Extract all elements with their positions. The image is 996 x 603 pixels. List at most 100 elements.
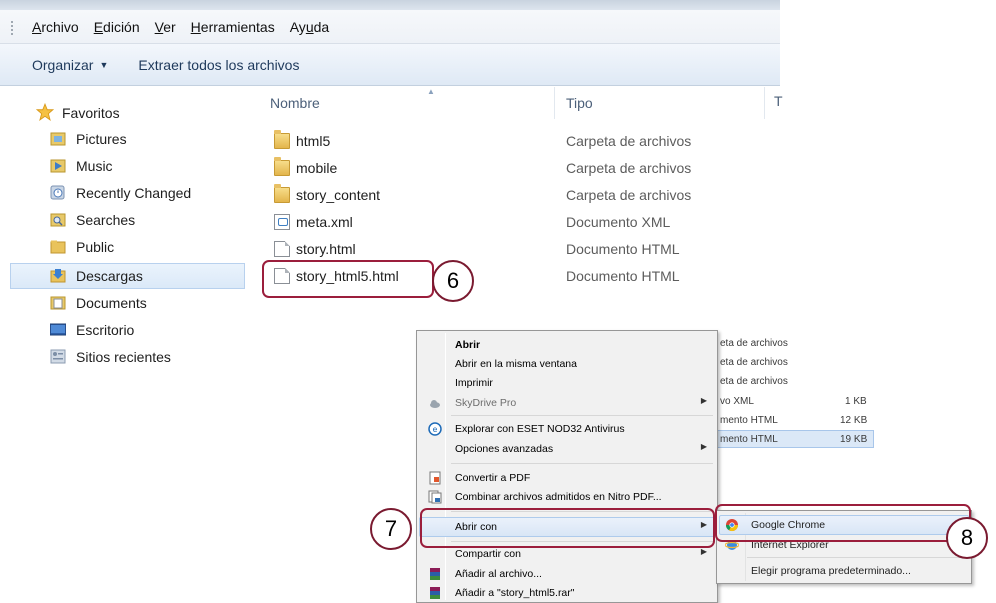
menu-item-label: Elegir programa predeterminado... <box>751 565 911 577</box>
menu-item-label: Abrir <box>455 339 481 351</box>
menu-item-combinar-nitro[interactable]: Combinar archivos admitidos en Nitro PDF… <box>419 487 715 507</box>
nav-item-descargas[interactable]: Descargas <box>50 263 143 289</box>
nav-item-escritorio[interactable]: Escritorio <box>50 317 134 343</box>
nav-item-label: Recently Changed <box>76 185 192 201</box>
submenu-item-elegir-programa[interactable]: Elegir programa predeterminado... <box>719 561 969 581</box>
column-header-name[interactable]: Nombre <box>270 95 320 111</box>
background-size: 12 KB <box>840 415 868 426</box>
file-type: Documento HTML <box>566 241 680 257</box>
menu-item-label: Abrir en la misma ventana <box>455 358 577 370</box>
menu-item-anadir-rar[interactable]: Añadir a "story_html5.rar" <box>419 583 715 603</box>
menu-edicion[interactable]: Edición <box>94 19 140 35</box>
file-row-mobile[interactable]: mobile Carpeta de archivos <box>252 156 780 182</box>
menu-item-label: Añadir al archivo... <box>455 568 542 580</box>
file-row-story-content[interactable]: story_content Carpeta de archivos <box>252 183 780 209</box>
folder-icon <box>50 240 66 254</box>
pictures-icon <box>50 132 66 146</box>
menu-item-label: SkyDrive Pro <box>455 397 517 409</box>
winrar-icon <box>430 568 440 580</box>
file-type: Carpeta de archivos <box>566 160 692 176</box>
nav-item-pictures[interactable]: Pictures <box>50 126 127 152</box>
column-header-type[interactable]: Tipo <box>566 95 593 111</box>
menu-item-eset-scan[interactable]: e Explorar con ESET NOD32 Antivirus <box>419 419 715 439</box>
folder-icon <box>274 157 290 176</box>
background-type: mento HTML <box>720 434 778 445</box>
search-folder-icon <box>50 213 66 227</box>
menu-bar: Archivo Edición Ver Herramientas Ayuda <box>0 10 780 44</box>
music-icon <box>50 159 66 173</box>
menu-item-label: Opciones avanzadas <box>455 443 554 455</box>
background-size: 1 KB <box>845 396 867 407</box>
folder-icon <box>274 130 290 149</box>
nav-favorites-label: Favoritos <box>62 105 120 121</box>
nav-item-label: Searches <box>76 212 136 228</box>
pdf-combine-icon <box>428 490 442 504</box>
navigation-pane: Favoritos Pictures Music Recently Change… <box>0 87 252 378</box>
file-type: Documento HTML <box>566 268 680 284</box>
menu-item-skydrive-pro[interactable]: SkyDrive Pro ▶ <box>419 393 715 413</box>
eset-icon: e <box>428 422 442 436</box>
file-name: story.html <box>296 241 356 257</box>
html-file-icon <box>274 241 290 257</box>
pdf-convert-icon <box>429 471 441 485</box>
step-callout-6: 6 <box>432 260 474 302</box>
menu-item-imprimir[interactable]: Imprimir <box>419 373 715 393</box>
menu-item-label: Añadir a "story_html5.rar" <box>455 587 575 599</box>
background-size: 19 KB <box>840 434 868 445</box>
menu-item-abrir[interactable]: Abrir <box>419 335 715 355</box>
nav-item-label: Pictures <box>76 131 127 147</box>
extract-all-label: Extraer todos los archivos <box>138 56 300 73</box>
nav-item-label: Escritorio <box>76 322 135 338</box>
annotation-highlight-file <box>262 260 434 298</box>
background-type: eta de archivos <box>720 357 788 368</box>
nav-favorites[interactable]: Favoritos <box>36 100 120 126</box>
organize-button[interactable]: Organizar ▼ <box>32 57 108 73</box>
column-separator[interactable] <box>764 87 765 119</box>
menu-ayuda[interactable]: Ayuda <box>290 19 329 35</box>
submenu-arrow-icon: ▶ <box>700 396 707 405</box>
nav-item-public[interactable]: Public <box>50 234 114 260</box>
background-type: eta de archivos <box>720 376 788 387</box>
step-callout-7: 7 <box>370 508 412 550</box>
column-header-next[interactable]: T <box>774 93 783 109</box>
menu-item-opciones-avanzadas[interactable]: Opciones avanzadas ▶ <box>419 439 715 459</box>
command-bar: Organizar ▼ Extraer todos los archivos <box>0 44 780 86</box>
background-type: mento HTML <box>720 415 778 426</box>
winrar-icon <box>430 587 440 599</box>
file-type: Carpeta de archivos <box>566 133 692 149</box>
menu-item-anadir-archivo[interactable]: Añadir al archivo... <box>419 564 715 584</box>
menu-item-label: Explorar con ESET NOD32 Antivirus <box>455 423 625 435</box>
nav-item-label: Public <box>76 239 115 255</box>
context-menu: Abrir Abrir en la misma ventana Imprimir… <box>416 330 718 603</box>
menu-item-label: Combinar archivos admitidos en Nitro PDF… <box>455 491 662 503</box>
file-row-meta-xml[interactable]: meta.xml Documento XML <box>252 210 780 236</box>
xml-file-icon <box>274 214 290 230</box>
desktop-icon <box>50 323 66 336</box>
menu-archivo[interactable]: Archivo <box>32 19 79 35</box>
nav-item-label: Music <box>76 158 113 174</box>
svg-text:e: e <box>433 425 438 434</box>
menu-item-convertir-pdf[interactable]: Convertir a PDF <box>419 468 715 488</box>
file-type: Carpeta de archivos <box>566 187 692 203</box>
file-name: mobile <box>296 160 338 176</box>
submenu-arrow-icon: ▶ <box>700 547 707 556</box>
cloud-icon <box>430 400 440 408</box>
nav-item-searches[interactable]: Searches <box>50 207 135 233</box>
column-separator[interactable] <box>554 87 555 119</box>
extract-all-button[interactable]: Extraer todos los archivos <box>138 57 299 73</box>
file-row-html5[interactable]: html5 Carpeta de archivos <box>252 129 780 155</box>
menu-separator <box>451 415 713 416</box>
menu-herramientas[interactable]: Herramientas <box>191 19 275 35</box>
menu-separator <box>747 557 969 558</box>
nav-item-documents[interactable]: Documents <box>50 290 147 316</box>
annotation-highlight-chrome <box>715 504 971 542</box>
nav-item-recently-changed[interactable]: Recently Changed <box>50 180 191 206</box>
menu-ver[interactable]: Ver <box>155 19 176 35</box>
menu-item-label: Imprimir <box>455 377 493 389</box>
menubar-grip <box>10 20 14 36</box>
nav-item-label: Sitios recientes <box>76 349 171 365</box>
organize-label: Organizar <box>32 56 94 73</box>
nav-item-music[interactable]: Music <box>50 153 113 179</box>
menu-item-abrir-misma-ventana[interactable]: Abrir en la misma ventana <box>419 354 715 374</box>
nav-item-sitios-recientes[interactable]: Sitios recientes <box>50 344 171 370</box>
